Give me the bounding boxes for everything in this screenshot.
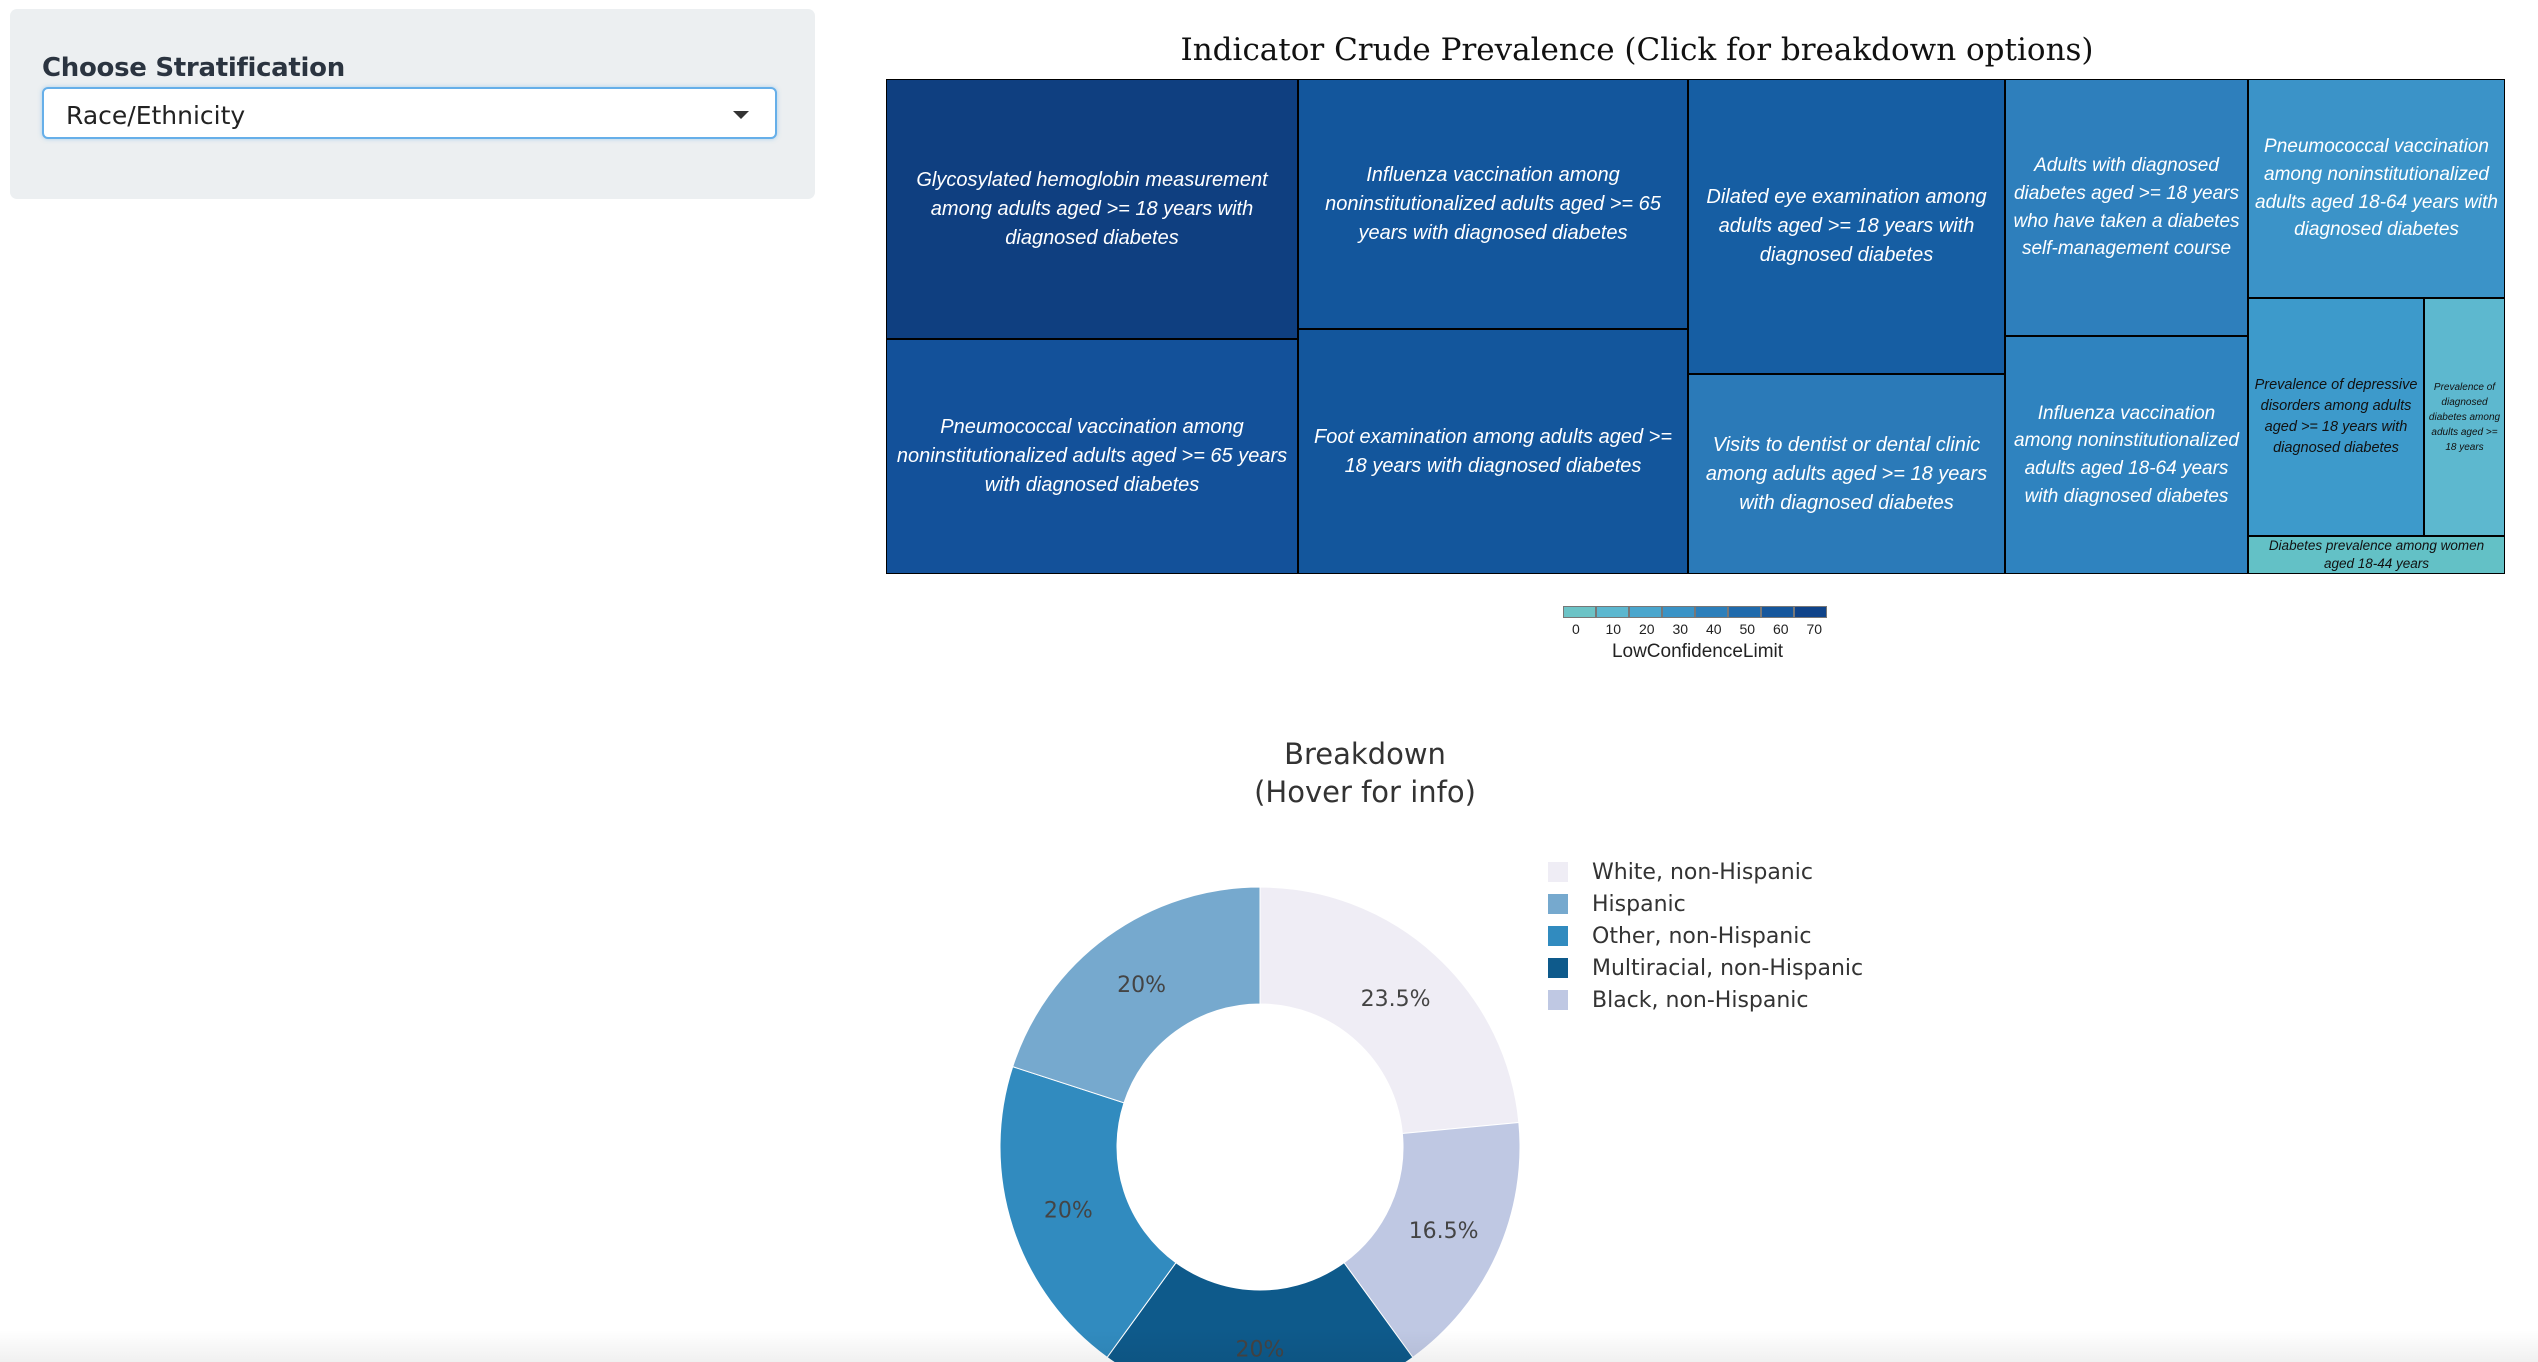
colorbar-tick: 60 (1773, 621, 1789, 637)
treemap-cell[interactable]: Prevalence of depressive disorders among… (2248, 298, 2424, 536)
treemap-title: Indicator Crude Prevalence (Click for br… (1180, 32, 2094, 68)
treemap-cell[interactable]: Influenza vaccination among noninstituti… (2005, 336, 2248, 574)
legend-swatch (1548, 894, 1568, 914)
legend-label: Multiracial, non-Hispanic (1592, 955, 1864, 981)
colorbar-tick: 40 (1706, 621, 1722, 637)
stratification-select-value: Race/Ethnicity (66, 101, 246, 130)
donut-slice-label: 23.5% (1361, 987, 1431, 1012)
treemap-cell[interactable]: Diabetes prevalence among women aged 18-… (2248, 536, 2505, 574)
bottom-shade (0, 1330, 2538, 1362)
treemap-cell[interactable]: Glycosylated hemoglobin measurement amon… (886, 79, 1298, 339)
colorbar-step (1794, 606, 1827, 618)
legend-label: Hispanic (1592, 891, 1686, 917)
treemap-cell[interactable]: Pneumococcal vaccination among noninstit… (2248, 79, 2505, 298)
colorbar-step (1761, 606, 1794, 618)
colorbar-step (1563, 606, 1596, 618)
colorbar-step (1695, 606, 1728, 618)
colorbar-step (1629, 606, 1662, 618)
treemap-cell[interactable]: Adults with diagnosed diabetes aged >= 1… (2005, 79, 2248, 336)
breakdown-donut-chart: 23.5%16.5%20%20%20% (999, 886, 1521, 1362)
legend-label: Other, non-Hispanic (1592, 923, 1812, 949)
colorbar-tick: 70 (1806, 621, 1823, 637)
breakdown-title-line2: (Hover for info) (1254, 775, 1476, 810)
stratification-label: Choose Stratification (42, 53, 345, 83)
legend-swatch (1548, 926, 1568, 946)
legend-swatch (1548, 958, 1568, 978)
treemap-cell[interactable]: Dilated eye examination among adults age… (1688, 79, 2005, 374)
treemap-cell[interactable]: Foot examination among adults aged >= 18… (1298, 329, 1688, 574)
colorbar-tick: 10 (1605, 621, 1622, 637)
treemap-cell[interactable]: Pneumococcal vaccination among noninstit… (886, 339, 1298, 574)
treemap: Glycosylated hemoglobin measurement amon… (886, 79, 2505, 574)
donut-slice-label: 16.5% (1409, 1219, 1479, 1244)
treemap-cell[interactable]: Influenza vaccination among noninstituti… (1298, 79, 1688, 329)
donut-slice-label: 20% (1044, 1198, 1093, 1223)
colorbar-step (1728, 606, 1761, 618)
colorbar-tick: 0 (1572, 621, 1580, 637)
colorbar-step (1596, 606, 1629, 618)
legend-label: White, non-Hispanic (1592, 859, 1813, 885)
colorbar-tick: 30 (1672, 621, 1689, 637)
legend-item[interactable]: Multiracial, non-Hispanic (1548, 952, 1863, 984)
chevron-down-icon[interactable] (733, 111, 749, 119)
stratification-panel: Choose Stratification Race/Ethnicity (10, 9, 815, 199)
donut-slice-label: 20% (1117, 973, 1166, 998)
legend-swatch (1548, 990, 1568, 1010)
colorbar-ticks: 0 10 20 30 40 50 60 70 (1572, 621, 1840, 637)
legend-item[interactable]: White, non-Hispanic (1548, 856, 1863, 888)
colorbar (1563, 606, 1827, 618)
colorbar-tick: 20 (1639, 621, 1655, 637)
treemap-cell[interactable]: Visits to dentist or dental clinic among… (1688, 374, 2005, 574)
stratification-select[interactable]: Race/Ethnicity (42, 87, 777, 139)
breakdown-title: Breakdown (Hover for info) (1165, 735, 1565, 812)
legend-item[interactable]: Black, non-Hispanic (1548, 984, 1863, 1016)
legend-label: Black, non-Hispanic (1592, 987, 1809, 1013)
colorbar-tick: 50 (1739, 621, 1756, 637)
legend-item[interactable]: Hispanic (1548, 888, 1863, 920)
colorbar-step (1662, 606, 1695, 618)
breakdown-legend: White, non-Hispanic Hispanic Other, non-… (1548, 856, 1863, 1016)
legend-swatch (1548, 862, 1568, 882)
breakdown-title-line1: Breakdown (1284, 737, 1446, 771)
legend-item[interactable]: Other, non-Hispanic (1548, 920, 1863, 952)
treemap-cell[interactable]: Prevalence of diagnosed diabetes among a… (2424, 298, 2505, 536)
colorbar-title: LowConfidenceLimit (1611, 641, 1784, 662)
